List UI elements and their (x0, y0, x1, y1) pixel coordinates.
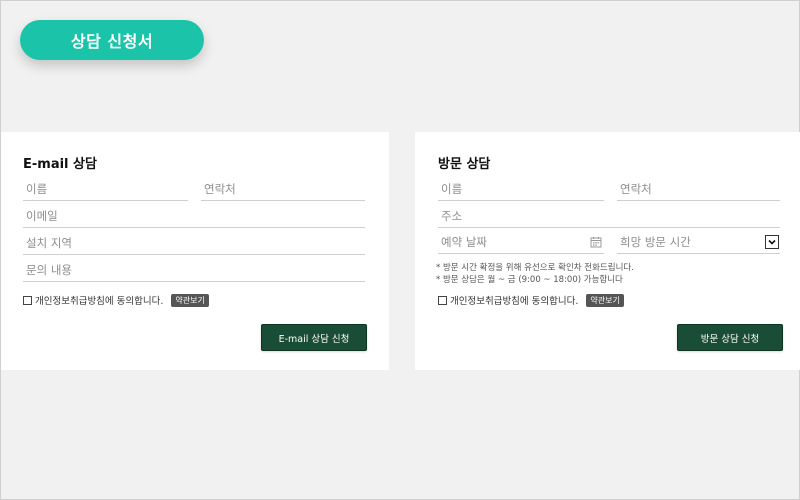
visit-name-placeholder: 이름 (441, 181, 463, 196)
email-privacy-label: 개인정보취급방침에 동의합니다. (35, 296, 164, 307)
email-privacy-agree: 개인정보취급방침에 동의합니다. 약관보기 (23, 293, 209, 307)
chevron-down-icon[interactable] (765, 234, 779, 249)
email-submit-button[interactable]: E-mail 상담 신청 (261, 324, 367, 351)
visit-name-input[interactable]: 이름 (438, 177, 604, 201)
install-region-placeholder: 설치 지역 (26, 235, 72, 250)
email-submit-label: E-mail 상담 신청 (278, 333, 350, 345)
inquiry-content-input[interactable]: 문의 내용 (23, 258, 365, 282)
visit-time-placeholder: 희망 방문 시간 (620, 234, 691, 249)
email-name-input[interactable]: 이름 (23, 177, 188, 201)
visit-terms-button[interactable]: 약관보기 (586, 293, 624, 307)
visit-phone-input[interactable]: 연락처 (617, 177, 780, 201)
visit-note-line: * 방문 상담은 월 ~ 금 (9:00 ~ 18:00) 가능합니다 (436, 275, 623, 285)
page-title: 상담 신청서 (70, 32, 154, 51)
visit-note-line: * 방문 시간 확정을 위해 유선으로 확인차 전화드립니다. (436, 263, 634, 273)
email-address-placeholder: 이메일 (26, 208, 58, 223)
calendar-icon[interactable] (590, 236, 602, 248)
email-name-placeholder: 이름 (26, 181, 48, 196)
visit-submit-label: 방문 상담 신청 (700, 333, 760, 345)
visit-address-placeholder: 주소 (441, 208, 463, 223)
email-phone-input[interactable]: 연락처 (201, 177, 365, 201)
visit-address-input[interactable]: 주소 (438, 204, 780, 228)
visit-notes: * 방문 시간 확정을 위해 유선으로 확인차 전화드립니다. * 방문 상담은… (436, 262, 634, 286)
reservation-date-input[interactable]: 예약 날짜 (438, 230, 604, 254)
reservation-date-placeholder: 예약 날짜 (441, 234, 487, 249)
visit-privacy-label: 개인정보취급방침에 동의합니다. (450, 296, 579, 307)
email-privacy-checkbox[interactable] (23, 295, 32, 305)
email-terms-button[interactable]: 약관보기 (171, 293, 209, 307)
install-region-input[interactable]: 설치 지역 (23, 231, 365, 255)
page-title-badge: 상담 신청서 (20, 20, 204, 60)
email-consult-title: E-mail 상담 (23, 157, 97, 172)
visit-consult-title: 방문 상담 (438, 157, 491, 172)
email-consult-card: E-mail 상담 이름 연락처 이메일 설치 지역 문의 내용 개인정보취급방… (1, 132, 389, 370)
visit-privacy-agree: 개인정보취급방침에 동의합니다. 약관보기 (438, 293, 624, 307)
visit-consult-card: 방문 상담 이름 연락처 주소 예약 날짜 희망 방문 시간 * 방문 시간 확… (415, 132, 800, 370)
visit-time-select[interactable]: 희망 방문 시간 (617, 230, 780, 254)
visit-phone-placeholder: 연락처 (620, 181, 652, 196)
visit-privacy-checkbox[interactable] (438, 295, 447, 305)
inquiry-content-placeholder: 문의 내용 (26, 262, 72, 277)
email-phone-placeholder: 연락처 (204, 181, 236, 196)
email-address-input[interactable]: 이메일 (23, 204, 365, 228)
visit-submit-button[interactable]: 방문 상담 신청 (677, 324, 783, 351)
